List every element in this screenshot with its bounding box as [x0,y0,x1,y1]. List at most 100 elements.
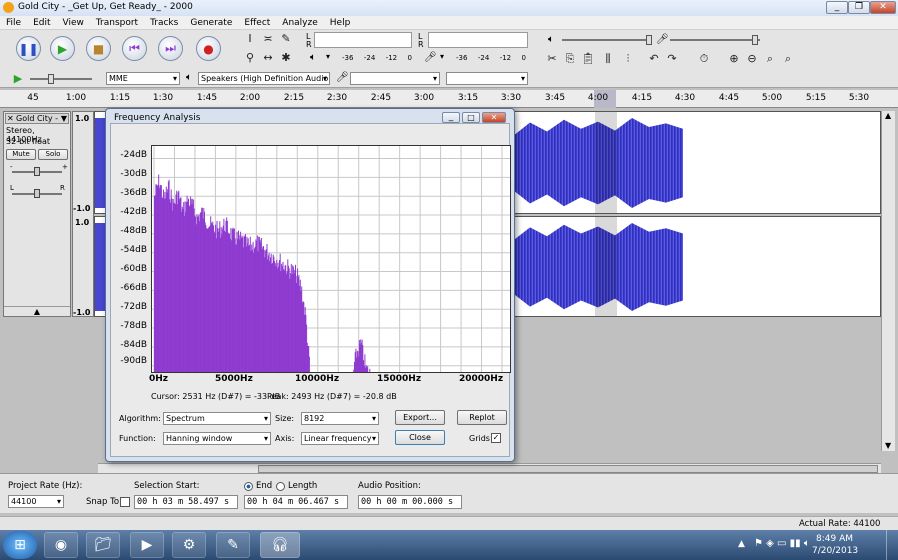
menu-tracks[interactable]: Tracks [150,18,178,28]
dialog-minimize-button[interactable]: _ [442,112,460,123]
length-radio[interactable] [276,482,285,491]
menu-analyze[interactable]: Analyze [282,18,317,28]
gain-slider[interactable] [12,167,62,176]
horizontal-scrollbar[interactable] [98,463,881,473]
scroll-up-icon[interactable]: ▲ [885,111,891,120]
pan-slider[interactable] [12,189,62,198]
clock-time[interactable]: 8:49 AM [816,534,853,544]
track-menu-arrow-icon[interactable]: ▼ [61,114,67,123]
cut-icon[interactable]: ✂ [544,52,560,66]
record-meter-dropdown-icon[interactable]: ▾ [440,52,444,61]
envelope-tool-icon[interactable]: ≍ [260,32,276,46]
playback-meter-dropdown-icon[interactable]: ▾ [326,52,330,61]
skip-end-button[interactable]: ⏭ [158,36,183,61]
sync-lock-icon[interactable]: ⏱ [696,52,712,66]
end-radio[interactable] [244,482,253,491]
menu-edit[interactable]: Edit [33,18,50,28]
scale-label: -1.0 [73,204,91,213]
skip-start-button[interactable]: ⏮ [122,36,147,61]
start-button[interactable]: ⊞ [3,531,37,559]
solo-button[interactable]: Solo [38,149,68,160]
microphone-icon[interactable]: 🎤︎ [424,52,437,63]
menu-effect[interactable]: Effect [244,18,270,28]
zoom-out-icon[interactable]: ⊖ [744,52,760,66]
dialog-close-x-button[interactable]: ✕ [482,112,506,123]
tick: -24 [477,54,490,62]
selection-end-field[interactable]: 00 h 04 m 06.467 s [244,495,348,509]
audacity-taskbar-icon[interactable]: 🎧︎ [260,532,300,558]
close-dialog-button[interactable]: Close [395,430,445,445]
track-close-icon[interactable]: ✕ [7,114,14,123]
minimize-button[interactable]: _ [826,1,848,14]
multi-tool-icon[interactable]: ✱ [278,51,294,65]
input-volume-slider[interactable] [670,35,760,45]
chrome-taskbar-icon[interactable]: ◉ [44,532,78,558]
menu-view[interactable]: View [63,18,84,28]
silence-icon[interactable]: ⫶ [620,52,636,66]
output-volume-slider[interactable] [562,35,652,45]
export-button[interactable]: Export... [395,410,445,425]
stop-button[interactable]: ■ [86,36,111,61]
play-button[interactable]: ▶ [50,36,75,61]
play-speed-slider[interactable] [30,74,92,84]
close-button[interactable]: ✕ [870,1,896,14]
replot-button[interactable]: Replot [457,410,507,425]
explorer-taskbar-icon[interactable]: 📁︎ [86,532,120,558]
menu-transport[interactable]: Transport [96,18,138,28]
tray-icons[interactable]: ⚑ ◈ ▭ ▮▮ 🔈︎ [754,538,810,549]
audio-host-select[interactable]: MME [106,72,180,85]
dialog-maximize-button[interactable]: □ [462,112,480,123]
zoom-in-icon[interactable]: ⊕ [726,52,742,66]
steam-taskbar-icon[interactable]: ⚙ [172,532,206,558]
record-button[interactable]: ● [196,36,221,61]
redo-icon[interactable]: ↷ [664,52,680,66]
collapse-track-icon[interactable]: ▲ [4,306,70,316]
ruler-label: 2:15 [283,93,305,103]
fit-project-icon[interactable]: ⌕ [780,52,796,66]
record-meter[interactable] [428,32,528,48]
play-at-speed-icon[interactable]: ▶ [10,72,26,86]
tray-expand-icon[interactable]: ▲ [738,539,745,549]
input-channels-select[interactable] [446,72,528,85]
axis-select[interactable]: Linear frequency [301,432,379,445]
peak-readout: Peak: 2493 Hz (D#7) = -20.8 dB [267,392,397,401]
track-name-menu[interactable]: ✕ Gold City - ▼ [5,113,69,124]
function-select[interactable]: Hanning window [163,432,271,445]
scroll-down-icon[interactable]: ▼ [885,441,891,450]
show-desktop-button[interactable] [886,530,898,560]
vertical-scrollbar[interactable]: ▲ ▼ [881,111,895,451]
size-select[interactable]: 8192 [301,412,379,425]
restore-button[interactable]: ❐ [848,1,870,14]
notes-taskbar-icon[interactable]: ✎ [216,532,250,558]
undo-icon[interactable]: ↶ [646,52,662,66]
timeshift-tool-icon[interactable]: ↔ [260,51,276,65]
snap-to-checkbox[interactable] [120,497,130,507]
menu-help[interactable]: Help [330,18,351,28]
output-device-select[interactable]: Speakers (High Definition Audio [198,72,330,85]
vertical-scale[interactable]: 1.0 -1.0 1.0 -1.0 [72,111,94,317]
speaker-icon[interactable]: 🔈︎ [310,52,316,63]
spectrum-plot[interactable] [151,145,511,373]
clock-date[interactable]: 7/20/2013 [812,546,858,556]
input-device-select[interactable] [350,72,440,85]
menu-generate[interactable]: Generate [190,18,232,28]
media-player-taskbar-icon[interactable]: ▶ [130,532,164,558]
grids-checkbox[interactable]: ✓ [491,433,501,443]
horizontal-scroll-thumb[interactable] [258,465,878,473]
fit-selection-icon[interactable]: ⌕ [762,52,778,66]
selection-start-field[interactable]: 00 h 03 m 58.497 s [134,495,238,509]
paste-icon[interactable]: 📋︎ [580,52,596,66]
copy-icon[interactable]: ⎘ [562,52,578,66]
selection-tool-icon[interactable]: I [242,32,258,46]
timeline-ruler[interactable]: 45 1:00 1:15 1:30 1:45 2:00 2:15 2:30 2:… [0,90,898,108]
zoom-tool-icon[interactable]: ⚲ [242,51,258,65]
trim-icon[interactable]: ⫼ [600,52,616,66]
playback-meter[interactable] [314,32,412,48]
menu-file[interactable]: File [6,18,21,28]
pause-button[interactable]: ❚❚ [16,36,41,61]
audio-position-field[interactable]: 00 h 00 m 00.000 s [358,495,462,509]
draw-tool-icon[interactable]: ✎ [278,32,294,46]
mute-button[interactable]: Mute [6,149,36,160]
project-rate-select[interactable]: 44100 [8,495,64,508]
algorithm-select[interactable]: Spectrum [163,412,271,425]
